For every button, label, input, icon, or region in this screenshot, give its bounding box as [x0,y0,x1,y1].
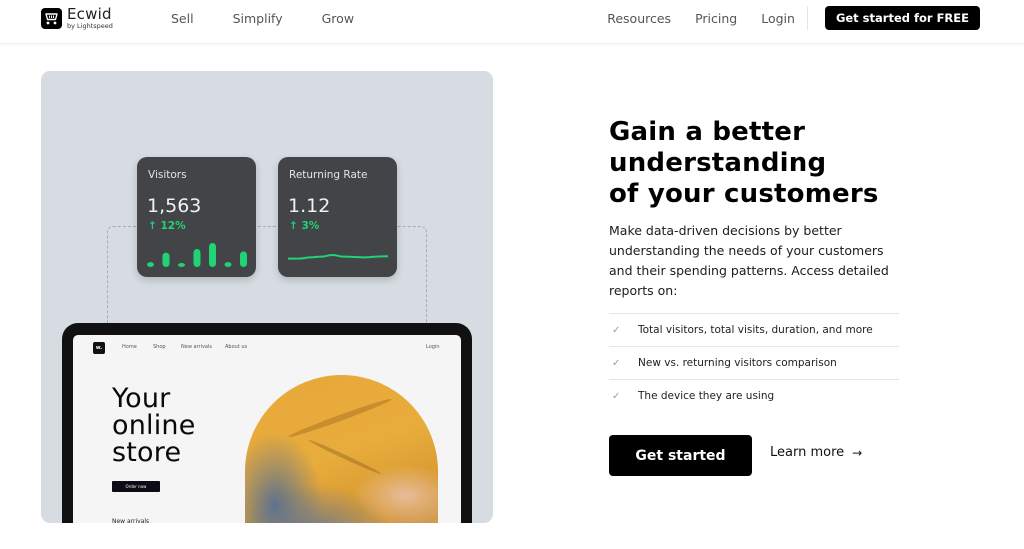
store-nav-new-arrivals: New arrivals [181,344,212,350]
store-order-button: Order now [112,481,160,492]
visitors-bar [147,262,154,267]
feature-text: The device they are using [638,390,775,402]
site-header: Ecwid by Lightspeed Sell Simplify Grow R… [0,0,1024,44]
feature-text: Total visitors, total visits, duration, … [638,324,873,336]
returning-rate-line [288,253,388,260]
store-hero-line: online [112,410,196,441]
visitors-bar [193,249,201,267]
headline-line: Gain a better [609,117,806,147]
logo-subtitle: by Lightspeed [67,22,113,30]
section-headline: Gain a better understanding of your cust… [609,117,879,210]
visitors-bar [162,252,170,267]
nav-pricing[interactable]: Pricing [695,11,737,26]
headline-line: understanding [609,148,827,178]
returning-rate-card: Returning Rate 1.12 ↑ 3% [278,157,397,277]
nav-login[interactable]: Login [761,11,795,26]
returning-rate-card-title: Returning Rate [289,169,368,181]
store-new-arrivals-heading: New arrivals [112,518,150,523]
visitors-bar [224,262,232,267]
visitors-bar-chart [147,243,247,267]
visitors-bar [209,243,216,267]
visitors-card-title: Visitors [148,169,187,181]
feature-list: ✓ Total visitors, total visits, duration… [609,313,899,412]
store-nav-home: Home [122,344,137,350]
visitors-card-value: 1,563 [147,195,202,217]
headline-line: of your customers [609,179,879,209]
visitors-bar [178,263,185,267]
nav-grow[interactable]: Grow [322,11,354,26]
store-nav-about: About us [225,344,248,350]
get-started-free-button[interactable]: Get started for FREE [824,6,980,30]
nav-resources[interactable]: Resources [607,11,671,26]
learn-more-link[interactable]: Learn more → [770,445,862,460]
tablet-mockup: w. Home Shop New arrivals About us Login… [62,323,472,523]
logo-name: Ecwid [67,5,112,23]
nav-divider [806,6,808,30]
ecwid-logo[interactable]: Ecwid by Lightspeed [41,7,113,30]
checkmark-icon: ✓ [612,357,621,369]
feature-item: ✓ The device they are using [609,379,899,412]
analytics-illustration: Visitors 1,563 ↑ 12% Returning Rate 1.12… [41,71,493,523]
visitors-bar [240,251,247,267]
returning-rate-line-chart [288,253,388,260]
shopping-cart-icon [41,7,62,29]
store-hero-line: store [112,437,182,468]
feature-item: ✓ New vs. returning visitors comparison [609,346,899,379]
store-hero-title: Your online store [112,385,196,466]
tablet-screen: w. Home Shop New arrivals About us Login… [73,335,461,523]
store-nav-login: Login [426,344,440,350]
secondary-nav: Resources Pricing Login Get started for … [583,0,980,36]
primary-nav: Sell Simplify Grow [171,0,393,36]
feature-item: ✓ Total visitors, total visits, duration… [609,313,899,346]
checkmark-icon: ✓ [612,390,621,402]
feature-text: New vs. returning visitors comparison [638,357,837,369]
returning-rate-card-delta: ↑ 3% [289,220,320,232]
visitors-card-delta: ↑ 12% [148,220,186,232]
section-intro: Make data-driven decisions by better und… [609,223,889,298]
store-logo: w. [93,342,105,354]
nav-simplify[interactable]: Simplify [233,11,283,26]
visitors-card: Visitors 1,563 ↑ 12% [137,157,256,277]
get-started-button[interactable]: Get started [609,435,752,476]
store-nav-shop: Shop [153,344,166,350]
learn-more-label: Learn more [770,445,845,460]
store-hero-photo [245,375,438,523]
nav-sell[interactable]: Sell [171,11,194,26]
returning-rate-card-value: 1.12 [288,195,331,217]
arrow-right-icon: → [852,445,863,460]
checkmark-icon: ✓ [612,324,621,336]
store-hero-line: Your [112,383,171,414]
